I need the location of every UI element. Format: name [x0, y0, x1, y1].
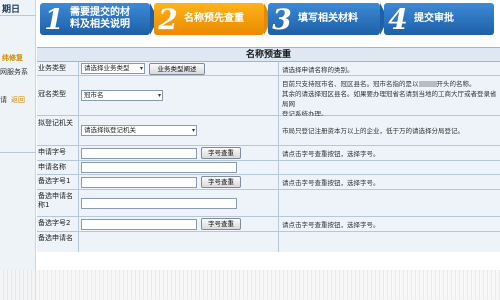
chevron-down-icon: ▾ — [191, 127, 195, 134]
authority-label: 拟登记机关 — [37, 116, 79, 145]
alt-name-1-cell — [79, 190, 279, 216]
bottom-edge-artifact — [0, 270, 500, 300]
name-code-input[interactable] — [81, 148, 197, 159]
row-business-type: 业务类型 请选择业务类型 ▾ 业务类型阐述 请选择申请名称的类别。 — [37, 62, 500, 76]
authority-value: 请选择拟登记机关 — [84, 126, 136, 134]
crown-type-label: 冠名类型 — [37, 76, 79, 115]
row-alt-name-2: 备选申请名 — [37, 232, 500, 252]
step-1[interactable]: 1 需要提交的材 料及相关说明 — [40, 2, 150, 36]
redacted-mark — [418, 81, 437, 87]
business-type-cell: 请选择业务类型 ▾ 业务类型阐述 — [79, 62, 279, 75]
alt-name-2-cell — [79, 232, 279, 252]
chevron-down-icon: ▾ — [139, 65, 143, 72]
crown-type-note-1: 目前只支持冠市名、冠区县名。冠市名指的是以 — [282, 80, 419, 88]
name-code-label: 申请字号 — [37, 146, 79, 160]
row-apply-name: 申请名称 — [37, 161, 500, 175]
name-code-check-button[interactable]: 字号查重 — [201, 147, 241, 159]
row-name-code: 申请字号 字号查重 请点击字号查重按钮，选择字号。 — [37, 146, 500, 161]
authority-cell: 请选择拟登记机关 ▾ — [79, 116, 279, 145]
crown-type-note-1b: 开头的名称。 — [436, 80, 476, 88]
alt-code-1-input[interactable] — [81, 177, 197, 188]
left-sidebar: 期日 纬修复 网服务系 请 返回 — [0, 0, 36, 300]
apply-name-note — [279, 161, 500, 174]
alt-name-1-label: 备选申请名称1 — [37, 190, 79, 216]
business-type-note: 请选择申请名称的类别。 — [279, 62, 500, 75]
row-alt-code-2: 备选字号2 字号查重 请点击字号查重按钮，选择字号。 — [37, 217, 500, 232]
business-type-value: 请选择业务类型 — [84, 64, 130, 72]
name-check-form: 名称预查重 业务类型 请选择业务类型 ▾ 业务类型阐述 请选择申请名称的类别。 … — [37, 47, 500, 252]
crown-type-note: 目前只支持冠市名、冠区县名。冠市名指的是以 开头的名称。 其余的请选择冠区县名。如… — [279, 76, 500, 118]
sidebar-title: 期日 — [2, 5, 21, 15]
crown-type-cell: 冠市名 ▾ — [79, 76, 279, 115]
step-banner: 1 需要提交的材 料及相关说明 2 名称预先查重 3 填写相关材料 4 提交审批 — [36, 0, 500, 40]
business-type-info-button[interactable]: 业务类型阐述 — [149, 63, 205, 75]
row-crown-type: 冠名类型 冠市名 ▾ 目前只支持冠市名、冠区县名。冠市名指的是以 开头的名称。 其… — [37, 76, 500, 118]
step-1-label: 需要提交的材 料及相关说明 — [70, 7, 130, 31]
alt-code-2-label: 备选字号2 — [37, 217, 79, 231]
crown-type-note-2: 其余的请选择冠区县名。如果要办理冠省名请到当地的工商大厅或者登录省局网 — [282, 90, 497, 108]
sidebar-link-service[interactable]: 网服务系 — [0, 67, 28, 77]
alt-name-1-note — [279, 190, 500, 216]
sidebar-divider-2 — [0, 152, 36, 153]
sidebar-text-please: 请 — [0, 96, 7, 104]
step-4-label: 提交审批 — [414, 13, 454, 24]
authority-select[interactable]: 请选择拟登记机关 ▾ — [81, 125, 197, 136]
alt-code-2-cell: 字号查重 — [79, 217, 279, 231]
step-2-label: 名称预先查重 — [184, 13, 244, 24]
apply-name-label: 申请名称 — [37, 161, 79, 174]
step-4[interactable]: 4 提交审批 — [384, 2, 494, 36]
business-type-select[interactable]: 请选择业务类型 ▾ — [81, 63, 145, 74]
alt-code-1-cell: 字号查重 — [79, 175, 279, 189]
apply-name-input[interactable] — [81, 162, 237, 173]
alt-code-1-label: 备选字号1 — [37, 175, 79, 189]
alt-code-2-check-button[interactable]: 字号查重 — [201, 218, 241, 230]
step-1-number: 1 — [44, 2, 64, 36]
alt-name-2-label: 备选申请名 — [37, 232, 79, 252]
business-type-label: 业务类型 — [37, 62, 79, 75]
row-authority: 拟登记机关 请选择拟登记机关 ▾ 市局只登记注册资本万以上的企业，低于万的请选择… — [37, 116, 500, 146]
form-title: 名称预查重 — [37, 48, 500, 62]
alt-name-2-note — [279, 232, 500, 252]
step-2[interactable]: 2 名称预先查重 — [154, 2, 264, 36]
page: 期日 纬修复 网服务系 请 返回 1 需要提交的材 料及相关说明 2 名称预先查… — [0, 0, 500, 300]
name-code-note: 请点击字号查重按钮，选择字号。 — [279, 146, 500, 160]
step-3[interactable]: 3 填写相关材料 — [268, 2, 380, 36]
step-1-label-line1: 需要提交的材 — [70, 7, 130, 18]
step-2-number: 2 — [158, 2, 178, 36]
row-alt-code-1: 备选字号1 字号查重 请点击字号查重按钮，选择字号。 — [37, 175, 500, 190]
alt-code-2-input[interactable] — [81, 219, 197, 230]
authority-note: 市局只登记注册资本万以上的企业，低于万的请选择分局登记。 — [279, 116, 500, 145]
alt-name-1-input[interactable] — [81, 198, 237, 209]
apply-name-cell — [79, 161, 279, 174]
chevron-down-icon: ▾ — [157, 92, 161, 99]
sidebar-divider — [0, 15, 36, 16]
name-code-cell: 字号查重 — [79, 146, 279, 160]
crown-type-value: 冠市名 — [84, 91, 104, 99]
step-1-label-line2: 料及相关说明 — [70, 19, 130, 30]
sidebar-link-repair[interactable]: 纬修复 — [2, 53, 23, 63]
row-alt-name-1: 备选申请名称1 — [37, 190, 500, 217]
alt-code-1-note: 请点击字号查重按钮，选择字号。 — [279, 175, 500, 189]
crown-type-select[interactable]: 冠市名 ▾ — [81, 90, 163, 101]
alt-code-2-note: 请点击字号查重按钮，选择字号。 — [279, 217, 500, 231]
sidebar-link-back[interactable]: 返回 — [11, 95, 25, 105]
step-3-number: 3 — [272, 2, 292, 36]
alt-code-1-check-button[interactable]: 字号查重 — [201, 176, 241, 188]
step-4-number: 4 — [388, 2, 408, 36]
step-3-label: 填写相关材料 — [298, 13, 358, 24]
